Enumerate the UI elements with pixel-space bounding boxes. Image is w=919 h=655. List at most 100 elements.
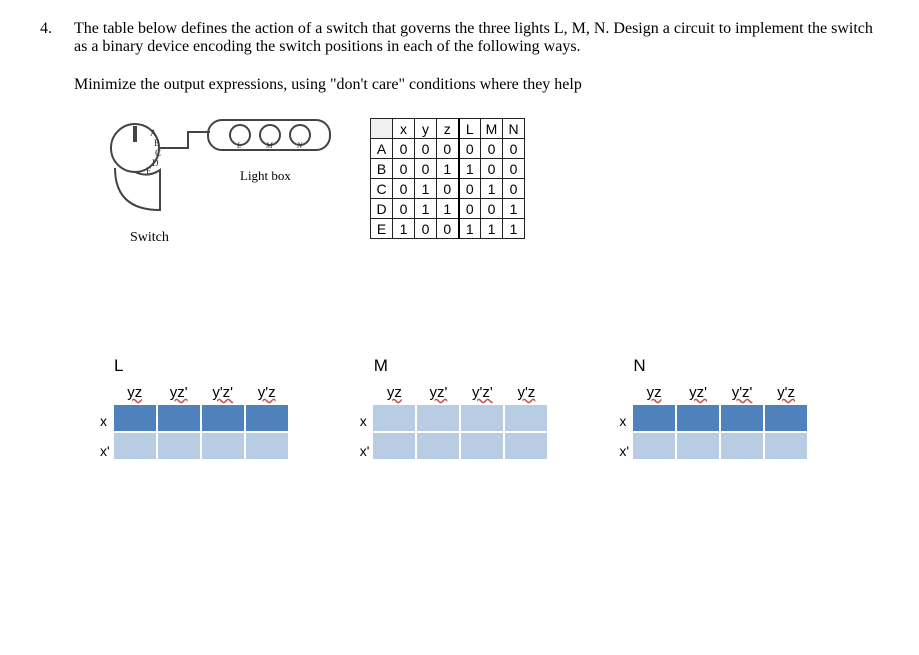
svg-text:C: C bbox=[155, 148, 161, 158]
kmap-col-header: yz bbox=[372, 382, 416, 404]
kmap-col-header: yz' bbox=[676, 382, 720, 404]
table-cell: 0 bbox=[459, 179, 481, 199]
table-cell: E bbox=[371, 219, 393, 239]
kmap-cell bbox=[113, 404, 157, 432]
table-header: M bbox=[481, 119, 503, 139]
svg-text:L: L bbox=[236, 141, 242, 150]
kmap-row-labels: x x' bbox=[360, 406, 370, 466]
table-cell: 1 bbox=[437, 199, 459, 219]
kmap-col-header: yz' bbox=[416, 382, 460, 404]
kmap-col-header: y'z bbox=[504, 382, 548, 404]
table-cell: 0 bbox=[437, 139, 459, 159]
kmap-l: L x x' yz yz' y'z' y'z bbox=[100, 356, 290, 466]
table-row: B 0 0 1 1 0 0 bbox=[371, 159, 525, 179]
kmap-cell bbox=[460, 404, 504, 432]
kmap-cell bbox=[372, 404, 416, 432]
kmap-row-label: x bbox=[360, 406, 370, 436]
table-cell: 0 bbox=[437, 219, 459, 239]
question-block: 4. The table below defines the action of… bbox=[40, 20, 879, 62]
table-cell: A bbox=[371, 139, 393, 159]
table-cell: 1 bbox=[393, 219, 415, 239]
kmap-cell bbox=[113, 432, 157, 460]
kmap-grid: yz yz' y'z' y'z bbox=[371, 382, 549, 461]
truth-table: x y z L M N A 0 0 0 0 0 0 B 0 0 1 1 0 0 … bbox=[370, 118, 525, 239]
kmap-cell bbox=[157, 432, 201, 460]
kmap-cell bbox=[504, 404, 548, 432]
table-cell: 1 bbox=[437, 159, 459, 179]
kmap-row-label: x' bbox=[100, 436, 110, 466]
kmap-cell bbox=[416, 404, 460, 432]
kmap-cell bbox=[764, 404, 808, 432]
svg-text:B: B bbox=[154, 138, 160, 148]
table-row: C 0 1 0 0 1 0 bbox=[371, 179, 525, 199]
table-header: y bbox=[415, 119, 437, 139]
kmap-cell bbox=[245, 432, 289, 460]
switch-svg: A B C D E L M N bbox=[100, 118, 340, 228]
table-cell: 0 bbox=[415, 219, 437, 239]
table-row: D 0 1 1 0 0 1 bbox=[371, 199, 525, 219]
kmap-row-labels: x x' bbox=[619, 406, 629, 466]
table-header: L bbox=[459, 119, 481, 139]
kmap-cell bbox=[764, 432, 808, 460]
table-cell: 1 bbox=[503, 199, 525, 219]
table-cell: 0 bbox=[437, 179, 459, 199]
table-cell: 0 bbox=[481, 159, 503, 179]
kmap-m: M x x' yz yz' y'z' y'z bbox=[360, 356, 550, 466]
kmap-col-header: yz' bbox=[157, 382, 201, 404]
table-cell: 1 bbox=[481, 179, 503, 199]
question-number: 4. bbox=[40, 20, 60, 62]
lightbox-label: Light box bbox=[240, 168, 291, 184]
kmap-cell bbox=[632, 404, 676, 432]
table-cell: 0 bbox=[393, 139, 415, 159]
table-cell: 1 bbox=[481, 219, 503, 239]
kmap-cell bbox=[157, 404, 201, 432]
kmap-cell bbox=[720, 432, 764, 460]
kmap-title: N bbox=[633, 356, 809, 376]
kmap-row-label: x bbox=[100, 406, 110, 436]
table-cell: 0 bbox=[459, 139, 481, 159]
kmap-cell bbox=[201, 432, 245, 460]
table-cell: 0 bbox=[481, 199, 503, 219]
kmap-title: M bbox=[374, 356, 550, 376]
table-cell: 0 bbox=[503, 139, 525, 159]
table-header: N bbox=[503, 119, 525, 139]
table-cell: 0 bbox=[415, 139, 437, 159]
kmap-cell bbox=[720, 404, 764, 432]
kmap-col-header: y'z bbox=[245, 382, 289, 404]
table-cell: C bbox=[371, 179, 393, 199]
table-cell: 0 bbox=[393, 199, 415, 219]
question-body: The table below defines the action of a … bbox=[74, 20, 879, 62]
table-cell: D bbox=[371, 199, 393, 219]
svg-text:M: M bbox=[265, 141, 274, 150]
kmap-cell bbox=[245, 404, 289, 432]
kmap-cell bbox=[460, 432, 504, 460]
kmap-grid: yz yz' y'z' y'z bbox=[112, 382, 290, 461]
kmap-col-header: yz bbox=[113, 382, 157, 404]
table-header: z bbox=[437, 119, 459, 139]
table-header: x bbox=[393, 119, 415, 139]
question-text-a: The table below defines the action of a … bbox=[74, 20, 879, 56]
table-header bbox=[371, 119, 393, 139]
switch-figure: A B C D E L M N Light box Switch bbox=[100, 118, 340, 246]
kmap-title: L bbox=[114, 356, 290, 376]
kmaps-row: L x x' yz yz' y'z' y'z bbox=[100, 356, 879, 466]
svg-text:N: N bbox=[296, 141, 303, 150]
table-cell: 1 bbox=[415, 179, 437, 199]
svg-text:E: E bbox=[146, 166, 152, 176]
table-cell: 1 bbox=[503, 219, 525, 239]
kmap-row-label: x bbox=[619, 406, 629, 436]
kmap-cell bbox=[416, 432, 460, 460]
table-cell: 0 bbox=[393, 179, 415, 199]
kmap-cell bbox=[372, 432, 416, 460]
kmap-cell bbox=[632, 432, 676, 460]
kmap-cell bbox=[504, 432, 548, 460]
switch-label: Switch bbox=[130, 230, 340, 246]
kmap-row-label: x' bbox=[360, 436, 370, 466]
kmap-row-labels: x x' bbox=[100, 406, 110, 466]
kmap-col-header: y'z' bbox=[460, 382, 504, 404]
table-cell: 0 bbox=[503, 179, 525, 199]
table-cell: 0 bbox=[415, 159, 437, 179]
table-row: x y z L M N bbox=[371, 119, 525, 139]
kmap-cell bbox=[201, 404, 245, 432]
table-cell: B bbox=[371, 159, 393, 179]
